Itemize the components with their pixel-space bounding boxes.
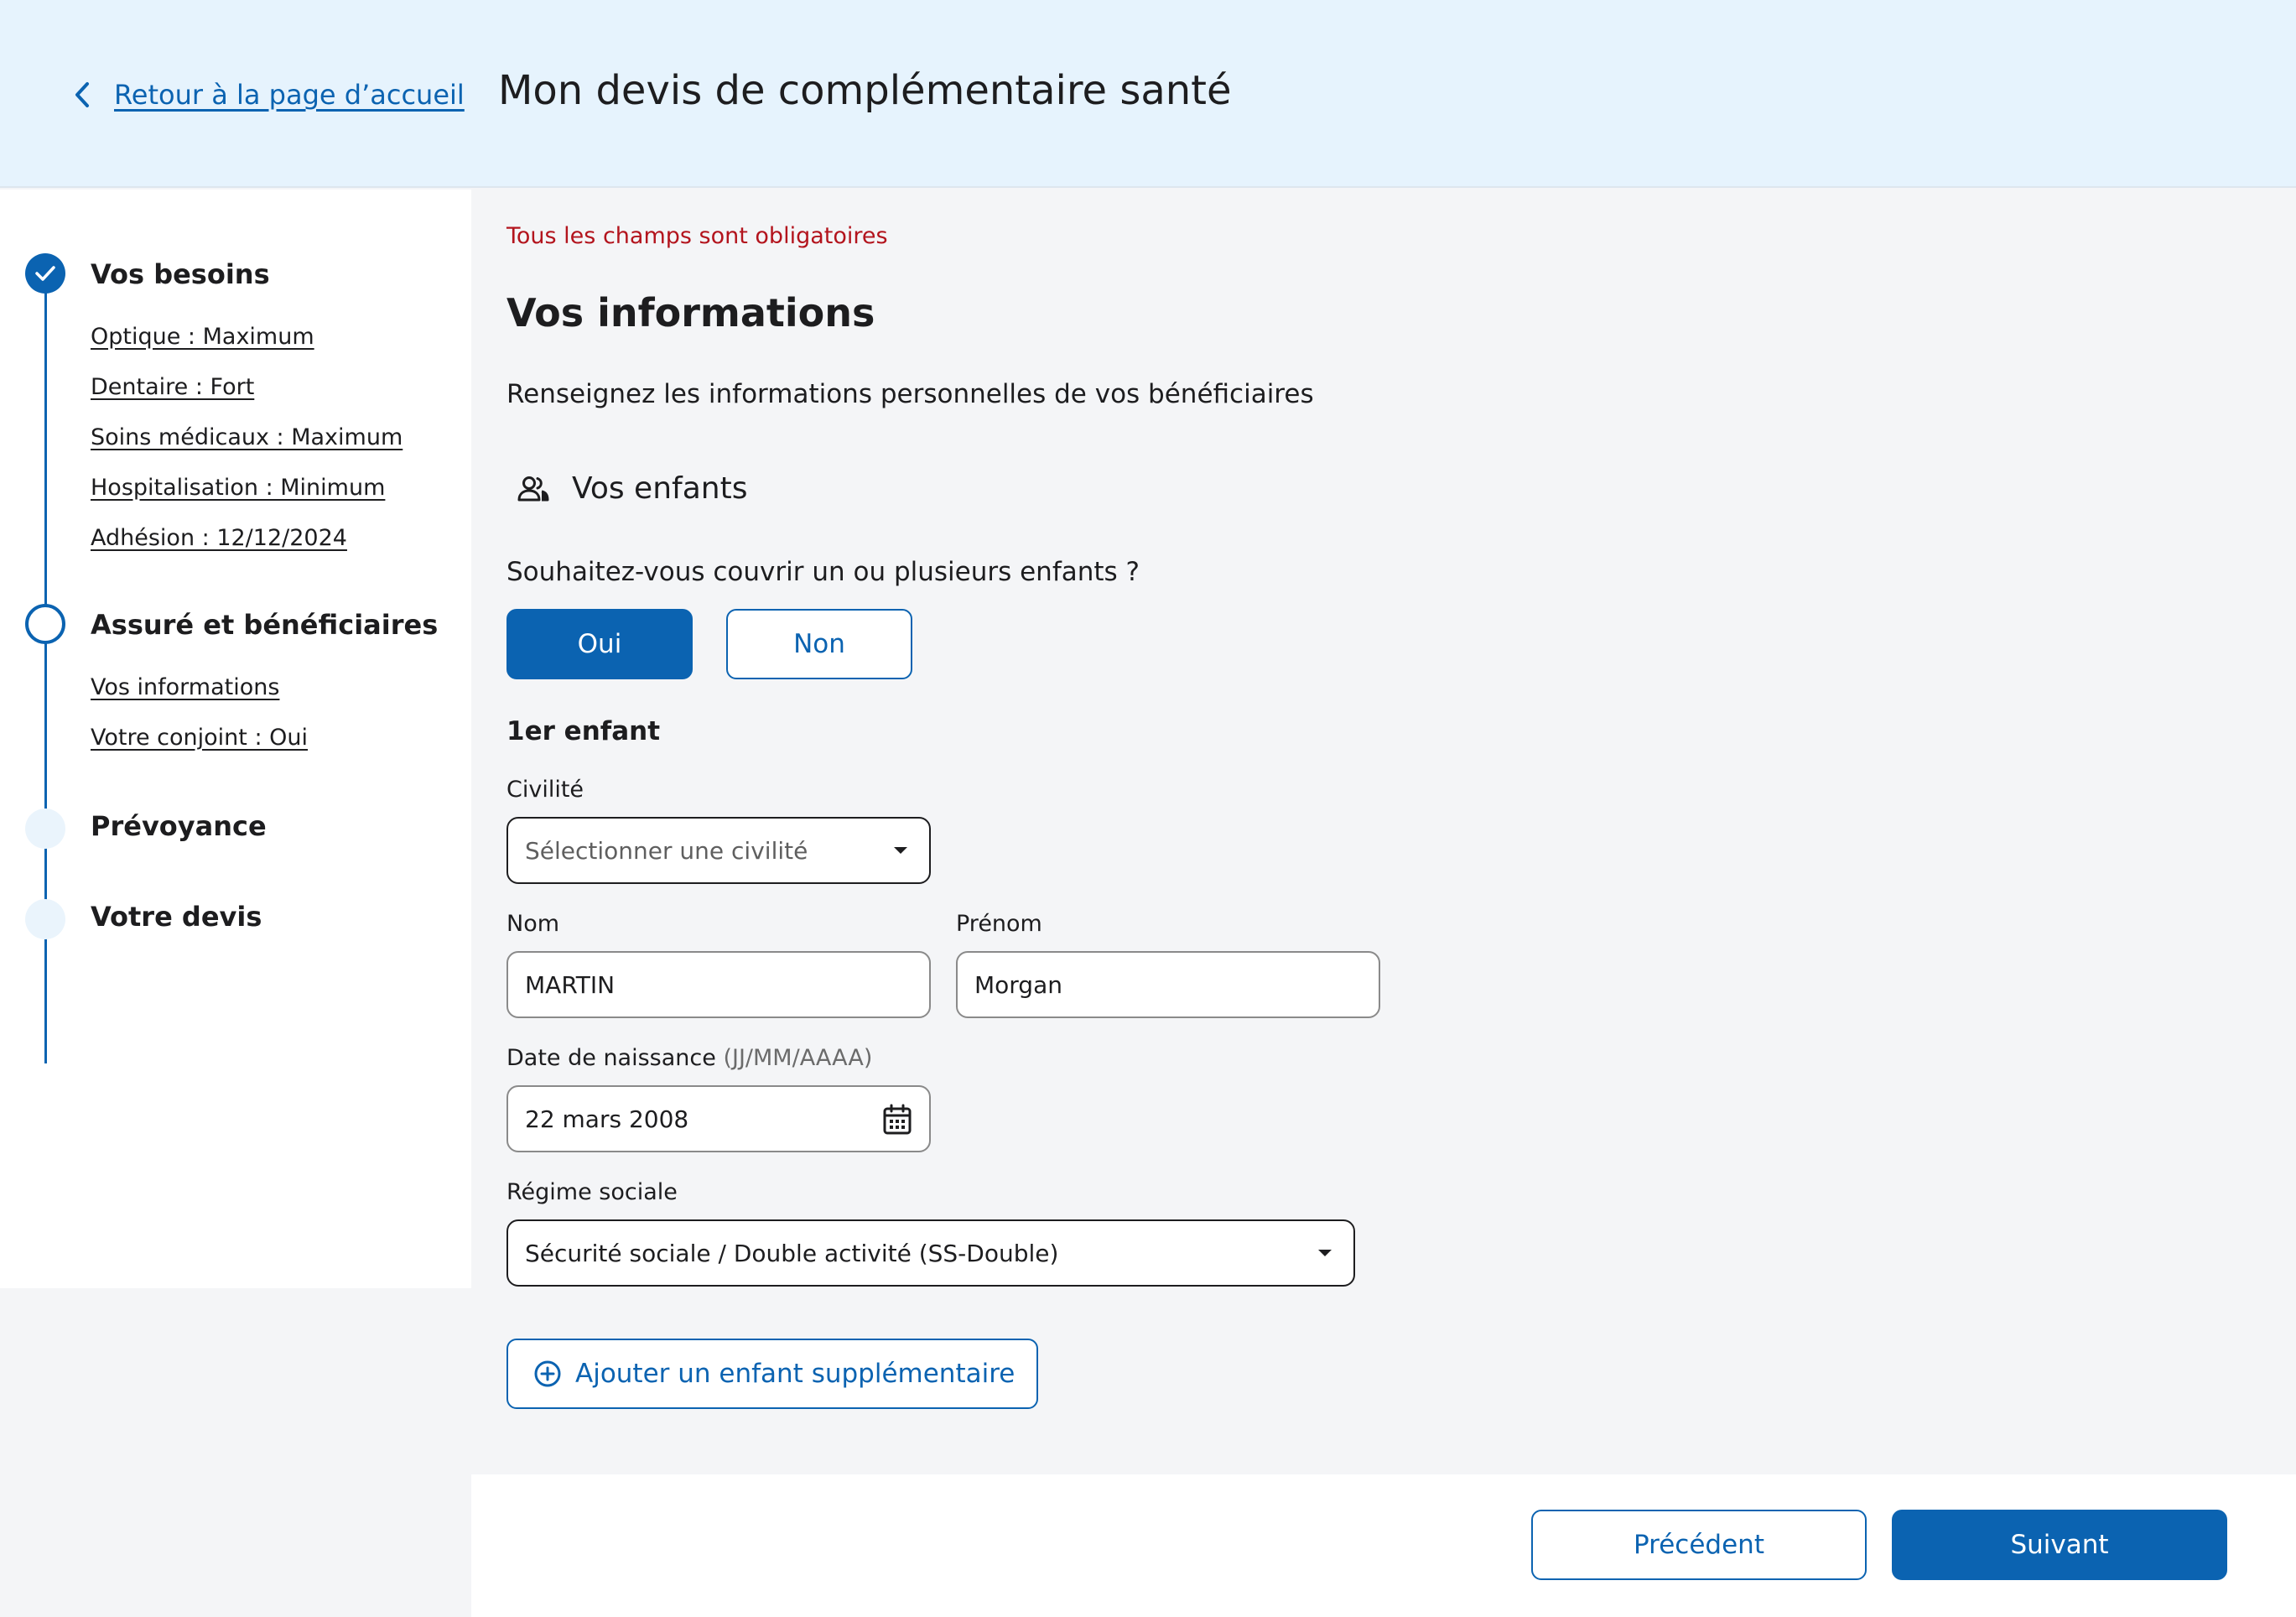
step-title-votre-devis: Votre devis [91, 901, 262, 933]
caret-down-icon [894, 847, 907, 854]
sidebar-item-hospitalisation[interactable]: Hospitalisation : Minimum [91, 475, 385, 501]
no-button[interactable]: Non [726, 609, 912, 679]
prenom-label: Prénom [956, 911, 1042, 937]
sidebar-item-dentaire[interactable]: Dentaire : Fort [91, 374, 254, 400]
cover-children-question: Souhaitez-vous couvrir un ou plusieurs e… [506, 557, 1140, 587]
calendar-icon[interactable] [882, 1104, 912, 1136]
nom-label: Nom [506, 911, 560, 937]
sidebar-item-soins-medicaux[interactable]: Soins médicaux : Maximum [91, 424, 403, 450]
child-1-title: 1er enfant [506, 716, 661, 746]
add-child-button[interactable]: Ajouter un enfant supplémentaire [506, 1339, 1038, 1409]
birthdate-label-text: Date de naissance [506, 1045, 716, 1071]
step-done-icon [25, 253, 65, 294]
sidebar-item-vos-informations[interactable]: Vos informations [91, 674, 279, 700]
page-header: Retour à la page d’accueil Mon devis de … [0, 0, 2296, 188]
required-fields-note: Tous les champs sont obligatoires [506, 223, 888, 249]
regime-select[interactable]: Sécurité sociale / Double activité (SS-D… [506, 1219, 1355, 1287]
previous-button[interactable]: Précédent [1531, 1510, 1867, 1580]
sidebar-item-votre-conjoint[interactable]: Votre conjoint : Oui [91, 725, 308, 751]
nom-field[interactable]: MARTIN [506, 951, 931, 1018]
step-title-assure-beneficiaires: Assuré et bénéficiaires [91, 609, 439, 641]
sidebar-item-adhesion[interactable]: Adhésion : 12/12/2024 [91, 525, 347, 551]
civility-label: Civilité [506, 777, 584, 803]
step-title-vos-besoins: Vos besoins [91, 258, 270, 290]
page-title: Mon devis de complémentaire santé [498, 67, 1232, 114]
progress-sidebar: Vos besoins Optique : Maximum Dentaire :… [0, 190, 471, 1288]
regime-label: Régime sociale [506, 1179, 678, 1205]
app-root: Retour à la page d’accueil Mon devis de … [0, 0, 2296, 1617]
main-content: Tous les champs sont obligatoires Vos in… [471, 190, 2296, 1473]
prenom-value: Morgan [974, 970, 1062, 999]
caret-down-icon [1318, 1250, 1332, 1256]
plus-circle-icon [534, 1360, 561, 1387]
chevron-left-icon [75, 82, 89, 107]
users-icon [517, 476, 549, 501]
timeline-line [44, 257, 47, 1063]
prenom-field[interactable]: Morgan [956, 951, 1380, 1018]
back-home-label[interactable]: Retour à la page d’accueil [114, 79, 465, 111]
step-todo-icon [25, 899, 65, 939]
birthdate-field[interactable]: 22 mars 2008 [506, 1085, 931, 1152]
check-icon [35, 266, 55, 281]
yes-button[interactable]: Oui [506, 609, 693, 679]
add-child-label: Ajouter un enfant supplémentaire [575, 1359, 1016, 1389]
footer-navigation: Précédent Suivant [471, 1474, 2296, 1617]
step-current-icon [25, 604, 65, 644]
children-heading: Vos enfants [517, 471, 747, 506]
section-title: Vos informations [506, 290, 875, 335]
birthdate-label: Date de naissance (JJ/MM/AAAA) [506, 1045, 872, 1071]
nom-value: MARTIN [525, 970, 616, 999]
next-button[interactable]: Suivant [1892, 1510, 2227, 1580]
sidebar-item-optique[interactable]: Optique : Maximum [91, 324, 314, 350]
civility-placeholder: Sélectionner une civilité [525, 836, 808, 865]
children-heading-label: Vos enfants [572, 471, 748, 506]
step-todo-icon [25, 808, 65, 849]
civility-select[interactable]: Sélectionner une civilité [506, 817, 931, 884]
regime-value: Sécurité sociale / Double activité (SS-D… [525, 1239, 1059, 1267]
back-home-link[interactable]: Retour à la page d’accueil [70, 74, 465, 116]
birthdate-value: 22 mars 2008 [525, 1105, 689, 1133]
step-title-prevoyance: Prévoyance [91, 810, 267, 842]
birthdate-format-hint: (JJ/MM/AAAA) [723, 1045, 873, 1071]
section-description: Renseignez les informations personnelles… [506, 379, 1314, 409]
